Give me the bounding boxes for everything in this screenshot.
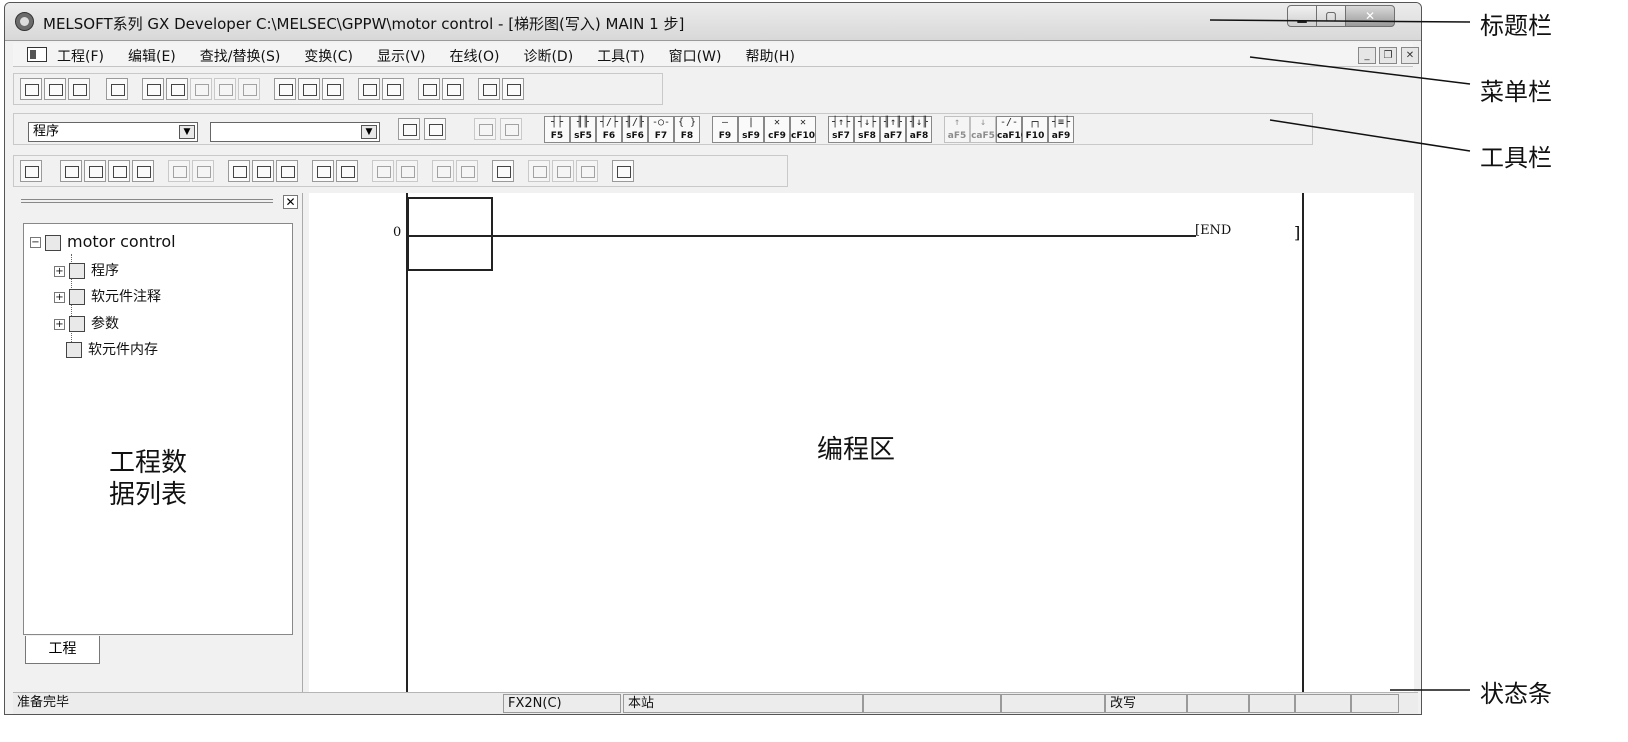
annotation-title-bar: 标题栏 [1480, 12, 1552, 40]
leader-line-menu [1249, 56, 1471, 85]
annotation-tool-bar: 工具栏 [1480, 144, 1552, 172]
annotation-status-bar: 状态条 [1480, 680, 1552, 708]
leader-line-title [1209, 19, 1471, 23]
annotation-menu-bar: 菜单栏 [1480, 78, 1552, 106]
annotation-leader-lines [1209, 19, 1471, 691]
leader-line-tool [1269, 119, 1471, 152]
